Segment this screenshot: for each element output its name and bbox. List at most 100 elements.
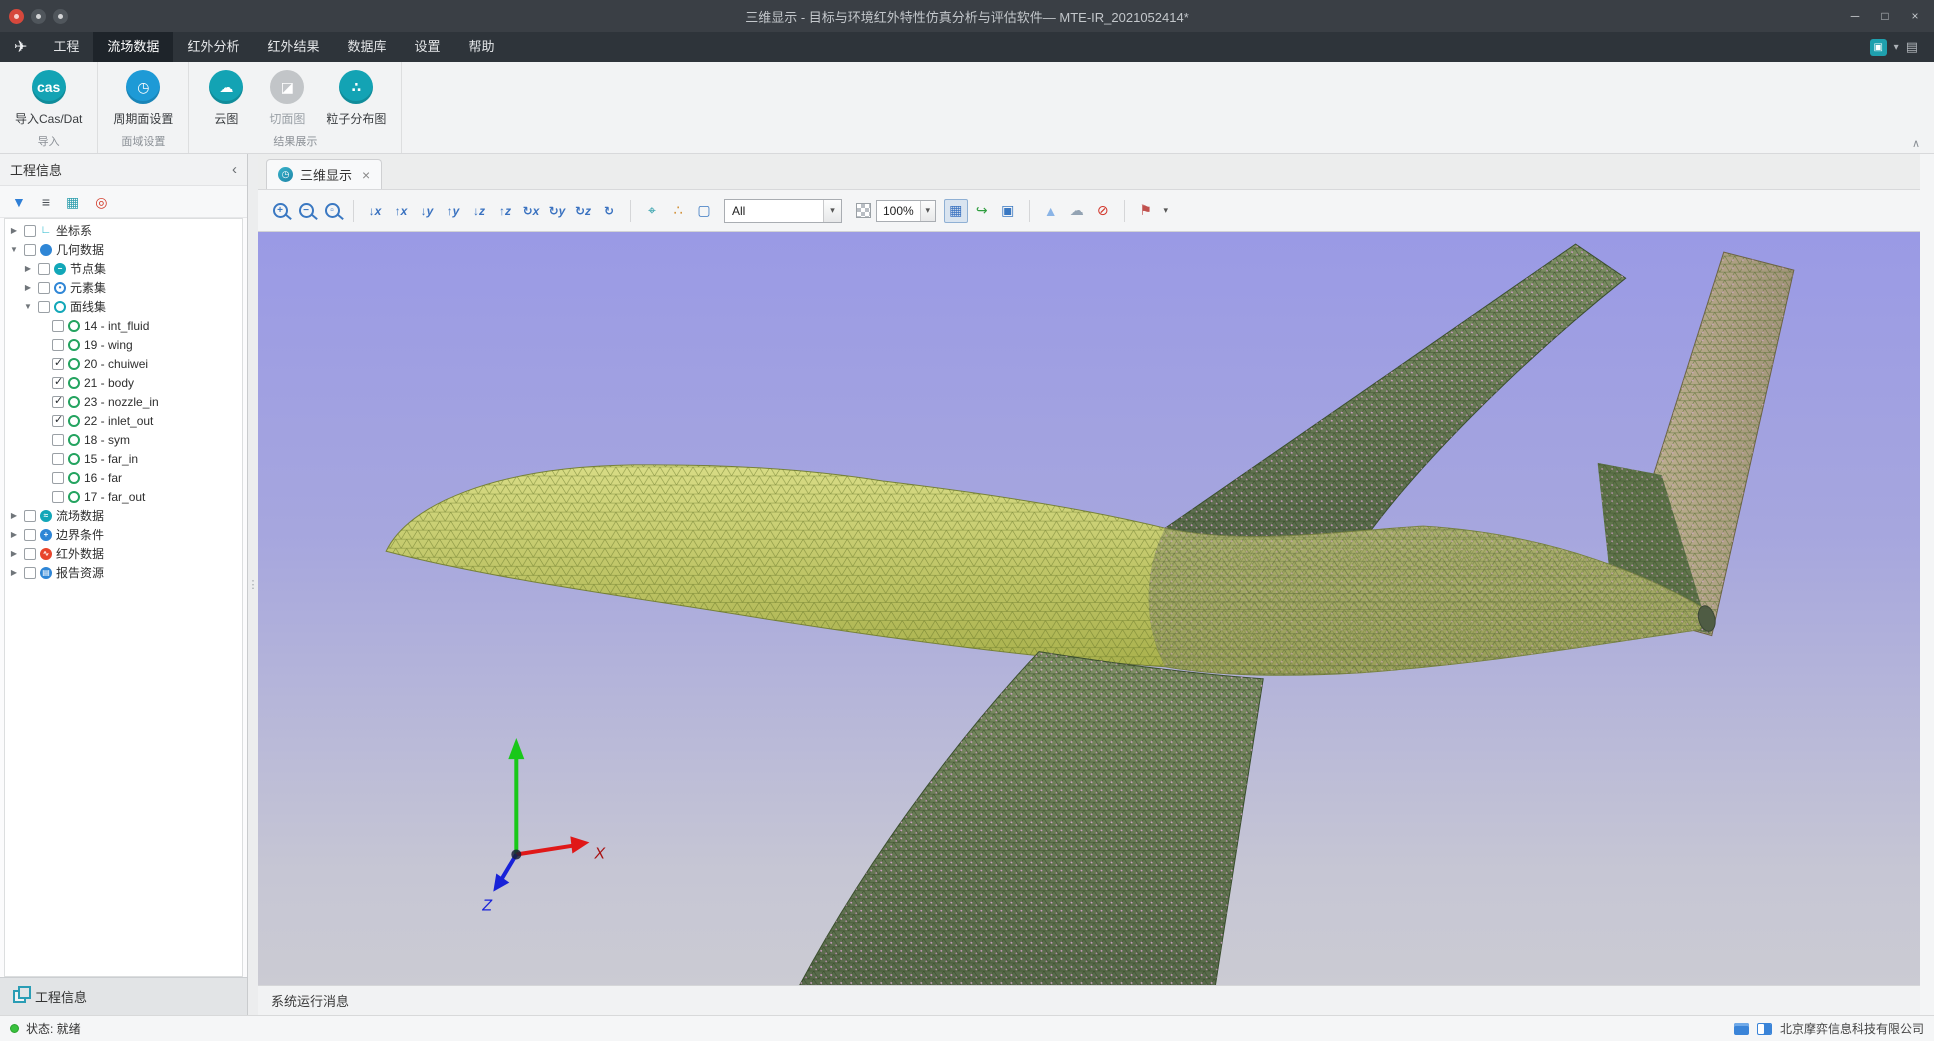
opacity-combobox[interactable]: 100% ▾ <box>876 200 936 222</box>
expand-tree-button[interactable]: ≡ <box>42 195 50 209</box>
visibility-checkbox[interactable] <box>38 301 50 313</box>
visibility-checkbox[interactable] <box>24 567 36 579</box>
tree-item[interactable]: ▼ 面线集 <box>5 297 242 316</box>
visibility-checkbox[interactable] <box>52 339 64 351</box>
filter-button[interactable]: ▼ <box>12 195 26 209</box>
app-menu-button[interactable] <box>9 9 24 24</box>
tree-item[interactable]: ▶ + 边界条件 <box>5 525 242 544</box>
tree-item[interactable]: 23 - nozzle_in <box>5 392 242 411</box>
mirror-button[interactable]: ▲ <box>1039 199 1063 223</box>
titlebar-style-button[interactable] <box>53 9 68 24</box>
free-rotate-button[interactable]: ↻ <box>597 199 621 223</box>
menu-tab[interactable]: 工程 <box>39 32 93 62</box>
rotate-y-button[interactable]: ↻y <box>545 199 569 223</box>
ribbon-button[interactable]: ◷ 周期面设置 <box>106 67 180 128</box>
tab-close-icon[interactable]: × <box>362 167 370 183</box>
zoom-window-button[interactable]: ▫ <box>320 199 344 223</box>
expander-icon[interactable]: ▶ <box>8 568 20 577</box>
view-x-pos-button[interactable]: ↑x <box>389 199 413 223</box>
menu-tab[interactable]: 设置 <box>400 32 454 62</box>
zoom-out-button[interactable]: − <box>294 199 318 223</box>
tree-item[interactable]: 19 - wing <box>5 335 242 354</box>
message-panel-header[interactable]: 系统运行消息 <box>258 985 1920 1015</box>
panel-splitter[interactable]: ⋮ <box>248 154 258 1015</box>
visibility-checkbox[interactable] <box>52 358 64 370</box>
expander-icon[interactable]: ▼ <box>8 245 20 254</box>
close-button[interactable]: × <box>1900 0 1930 32</box>
visibility-checkbox[interactable] <box>52 491 64 503</box>
expander-icon[interactable]: ▶ <box>8 511 20 520</box>
theme-button[interactable]: ▣ <box>1870 39 1887 56</box>
particle-button[interactable]: ∴ <box>666 199 690 223</box>
visibility-checkbox[interactable] <box>52 472 64 484</box>
tree-item[interactable]: 21 - body <box>5 373 242 392</box>
combobox-caret-icon[interactable]: ▾ <box>823 200 841 222</box>
rotate-z-button[interactable]: ↻z <box>571 199 595 223</box>
box-select-button[interactable]: ▢ <box>692 199 716 223</box>
tree-item[interactable]: ▶ ∟ 坐标系 <box>5 221 242 240</box>
visibility-checkbox[interactable] <box>24 510 36 522</box>
ribbon-button[interactable]: cas 导入Cas/Dat <box>8 67 89 128</box>
view-z-pos-button[interactable]: ↑z <box>493 199 517 223</box>
menu-tab[interactable]: 流场数据 <box>93 32 173 62</box>
expander-icon[interactable]: ▶ <box>22 283 34 292</box>
cloud-button[interactable]: ☁ <box>1065 199 1089 223</box>
workspace-layout-button[interactable]: ▤ <box>1906 39 1918 55</box>
aircraft-mesh-scene[interactable]: X Z <box>258 232 1920 985</box>
tree-item[interactable]: 18 - sym <box>5 430 242 449</box>
tree-item[interactable]: 20 - chuiwei <box>5 354 242 373</box>
ribbon-button[interactable]: ∴ 粒子分布图 <box>319 67 393 128</box>
visibility-checkbox[interactable] <box>52 396 64 408</box>
opacity-caret-icon[interactable]: ▾ <box>920 201 935 221</box>
expander-icon[interactable]: ▶ <box>8 226 20 235</box>
rotate-x-button[interactable]: ↻x <box>519 199 543 223</box>
tree-item[interactable]: ▶ ▤ 报告资源 <box>5 563 242 582</box>
ribbon-button[interactable]: ◪ 切面图 <box>258 67 316 128</box>
export-button[interactable]: ↪ <box>970 199 994 223</box>
clear-button[interactable]: ⊘ <box>1091 199 1115 223</box>
visibility-checkbox[interactable] <box>38 263 50 275</box>
locate-button[interactable]: ◎ <box>95 195 107 209</box>
tree-item[interactable]: ▶ ≈ 流场数据 <box>5 506 242 525</box>
visibility-checkbox[interactable] <box>24 529 36 541</box>
ribbon-collapse-button[interactable]: ∧ <box>1912 137 1920 150</box>
expander-icon[interactable]: ▼ <box>22 302 34 311</box>
zoom-in-button[interactable]: + <box>268 199 292 223</box>
statusbar-window-icon[interactable] <box>1734 1023 1749 1035</box>
viewport-3d[interactable]: X Z <box>258 232 1920 985</box>
menu-tab[interactable]: 红外分析 <box>173 32 253 62</box>
grid-toggle-button[interactable]: ▦ <box>944 199 968 223</box>
maximize-button[interactable]: □ <box>1870 0 1900 32</box>
view-y-pos-button[interactable]: ↑y <box>441 199 465 223</box>
visibility-checkbox[interactable] <box>52 453 64 465</box>
visibility-checkbox[interactable] <box>52 415 64 427</box>
tree-item[interactable]: ▼ 几何数据 <box>5 240 242 259</box>
tree-item[interactable]: ▶ ∿ 红外数据 <box>5 544 242 563</box>
layout-grid-button[interactable]: ▦ <box>66 195 79 209</box>
visibility-checkbox[interactable] <box>24 548 36 560</box>
tree-item[interactable]: ▶ − 节点集 <box>5 259 242 278</box>
expander-icon[interactable]: ▶ <box>8 530 20 539</box>
statusbar-panel-icon[interactable] <box>1757 1023 1772 1035</box>
view-z-neg-button[interactable]: ↓z <box>467 199 491 223</box>
titlebar-pin-button[interactable] <box>31 9 46 24</box>
annotation-flag-caret[interactable]: ▾ <box>1160 199 1172 223</box>
tree-item[interactable]: 22 - inlet_out <box>5 411 242 430</box>
visibility-checkbox[interactable] <box>38 282 50 294</box>
menu-tab[interactable]: 数据库 <box>333 32 400 62</box>
tree-item[interactable]: ▶ • 元素集 <box>5 278 242 297</box>
snapshot-button[interactable]: ▣ <box>996 199 1020 223</box>
visibility-checkbox[interactable] <box>52 320 64 332</box>
view-y-neg-button[interactable]: ↓y <box>415 199 439 223</box>
expander-icon[interactable]: ▶ <box>8 549 20 558</box>
ribbon-button[interactable]: ☁ 云图 <box>197 67 255 128</box>
visibility-checkbox[interactable] <box>52 434 64 446</box>
tree-item[interactable]: 15 - far_in <box>5 449 242 468</box>
tree-item[interactable]: 16 - far <box>5 468 242 487</box>
visibility-checkbox[interactable] <box>24 225 36 237</box>
minimize-button[interactable]: ─ <box>1840 0 1870 32</box>
visibility-checkbox[interactable] <box>52 377 64 389</box>
sidebar-bottom-tab[interactable]: 工程信息 <box>0 977 247 1015</box>
expander-icon[interactable]: ▶ <box>22 264 34 273</box>
surface-filter-combobox[interactable]: All ▾ <box>724 199 842 223</box>
